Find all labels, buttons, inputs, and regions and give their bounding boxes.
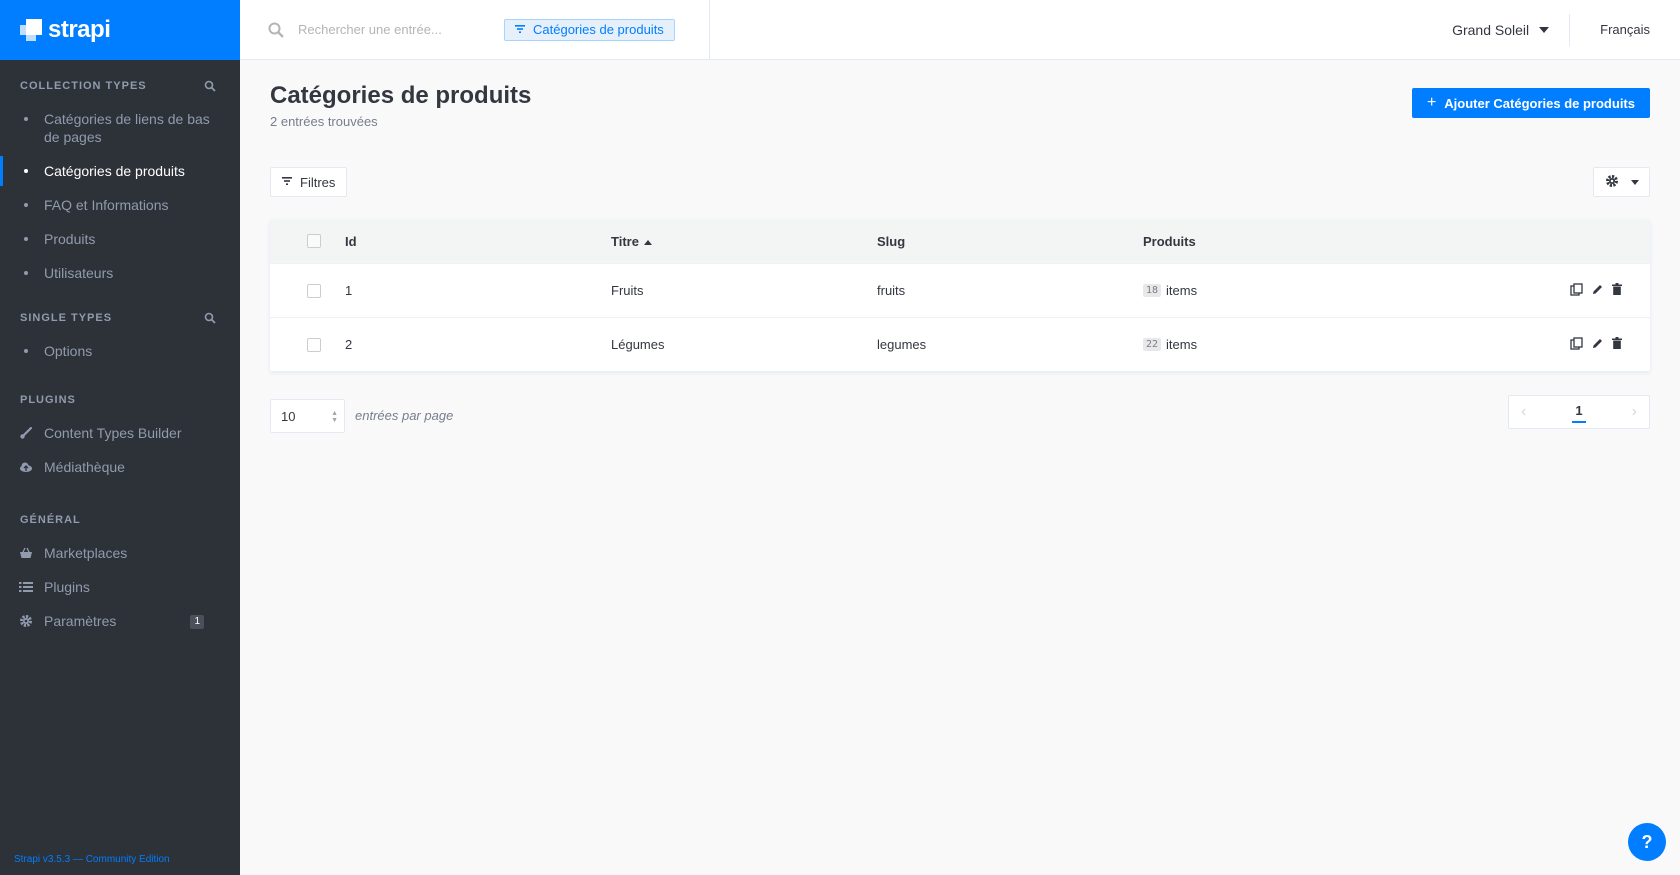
cell-produits: 18 items xyxy=(1143,283,1540,298)
version-footer[interactable]: Strapi v3.5.3 — Community Edition xyxy=(14,854,170,865)
row-checkbox[interactable] xyxy=(306,283,321,298)
add-entry-button[interactable]: + Ajouter Catégories de produits xyxy=(1411,88,1650,118)
sidebar-item-mediatheque[interactable]: Médiathèque xyxy=(0,450,240,484)
plugins-heading: PLUGINS xyxy=(20,394,76,406)
entries-table: Id Titre Slug Produits 1 Fruits fruits 1… xyxy=(270,219,1650,371)
trash-icon[interactable] xyxy=(1612,283,1622,298)
sidebar-item-options[interactable]: Options xyxy=(0,334,240,368)
gear-icon xyxy=(19,614,33,628)
edit-pencil-icon[interactable] xyxy=(1592,284,1603,298)
filter-icon xyxy=(282,177,292,187)
column-header-produits: Produits xyxy=(1143,233,1196,249)
row-checkbox[interactable] xyxy=(306,337,321,352)
edit-pencil-icon[interactable] xyxy=(1592,338,1603,352)
cell-titre: Fruits xyxy=(611,283,644,298)
select-all-checkbox[interactable] xyxy=(306,234,321,248)
search-bar: Catégories de produits xyxy=(240,0,710,60)
chevron-right-icon[interactable]: › xyxy=(1632,403,1637,421)
general-heading: GÉNÉRAL xyxy=(20,514,81,526)
single-types-heading: SINGLE TYPES xyxy=(0,308,240,328)
cell-produits: 22 items xyxy=(1143,337,1540,352)
duplicate-icon[interactable] xyxy=(1570,336,1583,353)
sidebar-item-parametres[interactable]: Paramètres 1 xyxy=(0,604,240,638)
search-icon xyxy=(268,22,284,38)
filter-icon xyxy=(515,24,525,35)
brand-logo[interactable]: strapi xyxy=(0,0,240,60)
sidebar-item-categories-produits[interactable]: Catégories de produits xyxy=(0,154,240,188)
duplicate-icon[interactable] xyxy=(1570,282,1583,299)
strapi-logo-icon xyxy=(20,19,42,41)
table-row[interactable]: 2 Légumes legumes 22 items xyxy=(270,317,1650,371)
brand-name: strapi xyxy=(48,16,111,43)
per-page-select[interactable]: 10 ▲ ▼ xyxy=(270,399,345,433)
cell-titre: Légumes xyxy=(611,337,665,352)
table-row[interactable]: 1 Fruits fruits 18 items xyxy=(270,263,1650,317)
notification-badge: 1 xyxy=(190,615,204,629)
top-header: Catégories de produits Grand Soleil Fran… xyxy=(240,0,1680,60)
cell-slug: legumes xyxy=(877,337,927,352)
search-icon[interactable] xyxy=(204,80,216,92)
plus-icon: + xyxy=(1426,94,1437,111)
sidebar-item-marketplaces[interactable]: Marketplaces xyxy=(0,536,240,570)
brush-icon xyxy=(19,426,33,440)
sidebar-item-plugins[interactable]: Plugins xyxy=(0,570,240,604)
collection-types-heading: COLLECTION TYPES xyxy=(0,76,240,96)
chevron-left-icon[interactable]: ‹ xyxy=(1521,403,1526,421)
column-settings-button[interactable] xyxy=(1593,167,1650,197)
sidebar-item-utilisateurs[interactable]: Utilisateurs xyxy=(0,256,240,290)
sidebar-item-categories-liens[interactable]: Catégories de liens de bas de pages xyxy=(0,102,240,154)
count-badge: 22 xyxy=(1143,338,1162,351)
stepper-arrows-icon: ▲ ▼ xyxy=(331,410,338,424)
column-header-slug[interactable]: Slug xyxy=(877,234,1143,249)
language-selector[interactable]: Français xyxy=(1570,22,1680,37)
caret-down-icon xyxy=(1539,26,1550,33)
trash-icon[interactable] xyxy=(1612,337,1622,352)
table-header: Id Titre Slug Produits xyxy=(270,219,1650,263)
help-button[interactable]: ? xyxy=(1628,823,1666,861)
sidebar: strapi COLLECTION TYPES Catégories de li… xyxy=(0,0,240,875)
content-type-filter-chip[interactable]: Catégories de produits xyxy=(504,18,675,41)
column-header-id[interactable]: Id xyxy=(345,234,611,249)
pagination: ‹ 1 › xyxy=(1508,395,1650,429)
user-menu[interactable]: Grand Soleil xyxy=(1432,13,1571,46)
cell-id: 1 xyxy=(345,283,353,298)
page-number-current[interactable]: 1 xyxy=(1572,401,1586,423)
sidebar-item-produits[interactable]: Produits xyxy=(0,222,240,256)
caret-down-icon xyxy=(1630,179,1639,185)
main-content: Catégories de produits 2 entrées trouvée… xyxy=(270,60,1650,433)
count-badge: 18 xyxy=(1143,284,1162,297)
cell-id: 2 xyxy=(345,337,353,352)
sort-ascending-icon xyxy=(643,239,652,245)
per-page-label: entrées par page xyxy=(355,408,454,423)
cloud-upload-icon xyxy=(19,460,33,474)
gear-icon xyxy=(1605,174,1619,191)
search-icon[interactable] xyxy=(204,312,216,324)
column-header-titre[interactable]: Titre xyxy=(611,234,877,249)
filters-button[interactable]: Filtres xyxy=(270,167,348,197)
sidebar-item-faq[interactable]: FAQ et Informations xyxy=(0,188,240,222)
basket-icon xyxy=(19,546,33,560)
search-input[interactable] xyxy=(298,22,498,37)
sidebar-item-content-types-builder[interactable]: Content Types Builder xyxy=(0,416,240,450)
cell-slug: fruits xyxy=(877,283,906,298)
list-icon xyxy=(19,580,33,594)
